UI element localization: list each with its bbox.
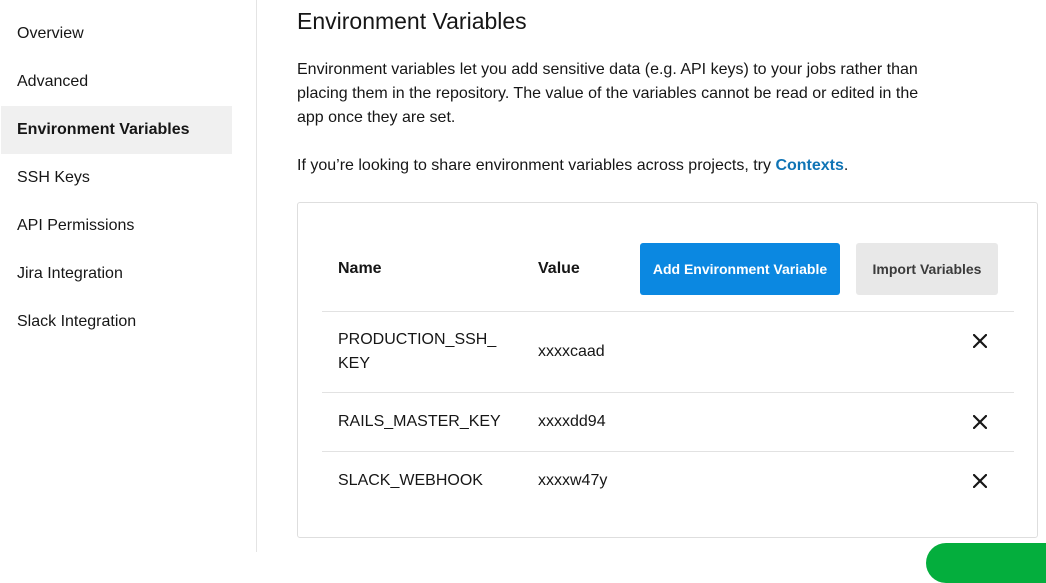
- page-description: Environment variables let you add sensit…: [297, 61, 919, 126]
- sidebar-item-api-permissions[interactable]: API Permissions: [1, 202, 232, 250]
- table-row: SLACK_WEBHOOK xxxxw47y: [322, 451, 1014, 510]
- close-icon[interactable]: [968, 469, 992, 493]
- help-chat-button[interactable]: [926, 543, 1046, 583]
- contexts-hint-suffix: .: [843, 157, 849, 174]
- variable-value: xxxxdd94: [538, 413, 606, 430]
- import-variables-button[interactable]: Import Variables: [856, 243, 998, 295]
- variable-name: RAILS_MASTER_KEY: [338, 413, 501, 430]
- column-header-name: Name: [338, 260, 382, 277]
- contexts-link[interactable]: Contexts: [775, 157, 843, 174]
- main-content: Environment Variables Environment variab…: [297, 0, 1046, 552]
- contexts-hint-text: If you’re looking to share environment v…: [297, 157, 776, 174]
- variable-value: xxxxcaad: [538, 343, 605, 360]
- page-title: Environment Variables: [297, 8, 527, 34]
- add-environment-variable-button[interactable]: Add Environment Variable: [640, 243, 840, 295]
- table-row: PRODUCTION_SSH_KEY xxxxcaad: [322, 311, 1014, 392]
- sidebar-item-environment-variables[interactable]: Environment Variables: [1, 106, 232, 154]
- sidebar-item-overview[interactable]: Overview: [1, 10, 232, 58]
- contexts-hint: If you’re looking to share environment v…: [297, 154, 848, 178]
- env-vars-card: Name Value Add Environment Variable Impo…: [297, 202, 1038, 538]
- close-icon[interactable]: [968, 410, 992, 434]
- variable-name: SLACK_WEBHOOK: [338, 472, 483, 489]
- column-header-value: Value: [538, 260, 580, 277]
- settings-sidebar: Overview Advanced Environment Variables …: [0, 0, 257, 552]
- sidebar-item-ssh-keys[interactable]: SSH Keys: [1, 154, 232, 202]
- sidebar-item-slack-integration[interactable]: Slack Integration: [1, 298, 232, 346]
- variable-value: xxxxw47y: [538, 472, 608, 489]
- sidebar-item-jira-integration[interactable]: Jira Integration: [1, 250, 232, 298]
- sidebar-item-advanced[interactable]: Advanced: [1, 58, 232, 106]
- close-icon[interactable]: [968, 329, 992, 353]
- variable-name: PRODUCTION_SSH_KEY: [338, 331, 497, 372]
- table-row: RAILS_MASTER_KEY xxxxdd94: [322, 392, 1014, 451]
